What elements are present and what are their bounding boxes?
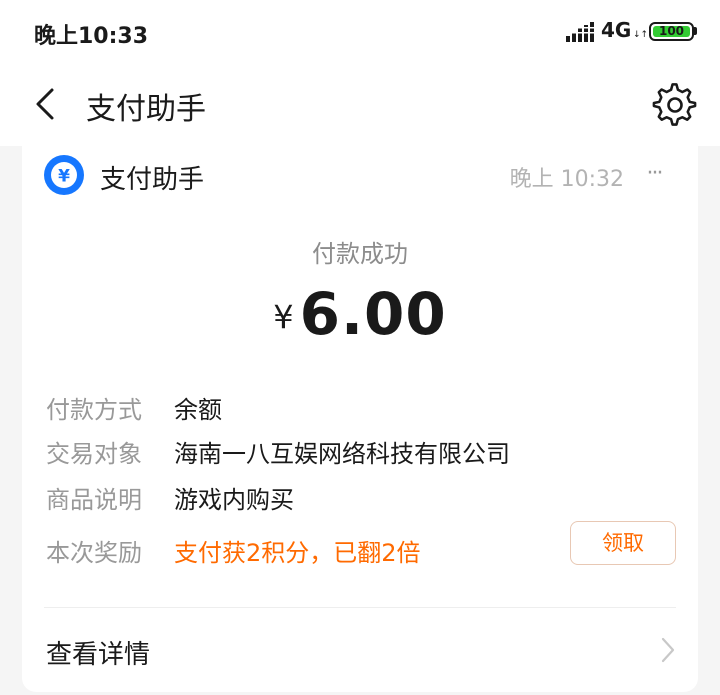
card-time: 晚上 10:32 (509, 167, 624, 192)
network-activity-icon: ↓↑ (633, 30, 649, 40)
payment-status: 付款成功 (312, 240, 408, 268)
payment-card[interactable]: ¥ 支付助手 晚上 10:32 ··· 付款成功 ¥6.00 付款方式 余额 交… (22, 146, 698, 692)
status-time: 晚上10:33 (34, 24, 149, 49)
info-value: 海南一八互娱网络科技有限公司 (174, 440, 510, 468)
more-button[interactable]: ··· (640, 160, 668, 188)
info-value: 游戏内购买 (174, 486, 294, 514)
info-label: 付款方式 (46, 396, 142, 424)
status-bar: 晚上10:33 4G ↓↑ 100 (0, 0, 720, 64)
currency-symbol: ¥ (273, 298, 294, 336)
yuan-coin-icon: ¥ (44, 155, 84, 195)
counterparty-row: 交易对象 海南一八互娱网络科技有限公司 (46, 430, 676, 470)
gear-icon (652, 83, 697, 126)
card-header: ¥ 支付助手 晚上 10:32 ··· (22, 146, 698, 206)
amount-value: 6.00 (299, 280, 447, 348)
signal-icon (566, 22, 594, 42)
battery-icon: 100 (649, 22, 694, 41)
settings-button[interactable] (652, 82, 698, 128)
chevron-left-icon (36, 88, 54, 120)
nav-bar: 支付助手 (0, 64, 720, 146)
product-description-row: 商品说明 游戏内购买 (46, 476, 676, 516)
network-type: 4G (601, 18, 632, 42)
info-value: 余额 (174, 396, 222, 424)
claim-button[interactable]: 领取 (570, 521, 676, 565)
view-details-label: 查看详情 (46, 640, 151, 670)
battery-level: 100 (653, 25, 690, 37)
payment-amount: ¥6.00 (22, 280, 698, 348)
svg-text:¥: ¥ (58, 167, 70, 187)
info-label: 交易对象 (46, 440, 142, 468)
battery-tip (694, 27, 697, 35)
info-label: 商品说明 (46, 486, 142, 514)
chevron-right-icon (661, 637, 675, 663)
page-title: 支付助手 (86, 92, 206, 127)
payment-method-row: 付款方式 余额 (46, 386, 676, 426)
reward-row: 本次奖励 支付获2积分，已翻2倍 领取 (46, 521, 676, 569)
info-label: 本次奖励 (46, 539, 142, 567)
card-app-name: 支付助手 (100, 165, 205, 195)
view-details-row[interactable]: 查看详情 (22, 608, 698, 692)
reward-value: 支付获2积分，已翻2倍 (174, 539, 421, 567)
back-button[interactable] (26, 82, 66, 126)
